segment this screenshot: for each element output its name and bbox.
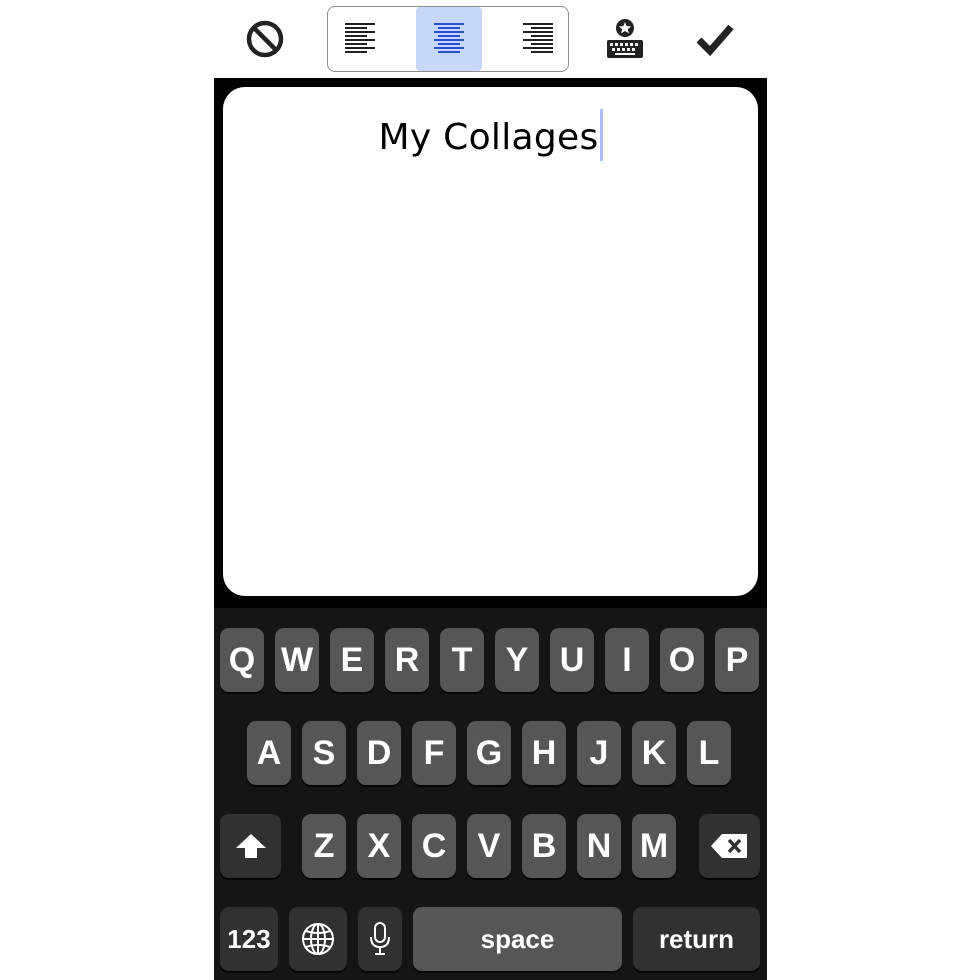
microphone-icon (370, 922, 390, 955)
key-j[interactable]: J (577, 721, 621, 785)
keyboard-star-icon (607, 19, 643, 58)
keyboard: Q W E R T Y U I O P A S D F G H J K L Z … (214, 608, 767, 980)
key-v[interactable]: V (467, 814, 511, 878)
key-i[interactable]: I (605, 628, 649, 692)
key-t[interactable]: T (440, 628, 484, 692)
shift-key[interactable] (220, 814, 281, 878)
key-s[interactable]: S (302, 721, 346, 785)
key-k[interactable]: K (632, 721, 676, 785)
key-n[interactable]: N (577, 814, 621, 878)
editor-toolbar (0, 0, 980, 78)
return-key[interactable]: return (633, 907, 760, 971)
align-right-button[interactable] (504, 7, 568, 71)
key-f[interactable]: F (412, 721, 456, 785)
key-q[interactable]: Q (220, 628, 264, 692)
key-y[interactable]: Y (495, 628, 539, 692)
globe-key[interactable] (289, 907, 347, 971)
key-w[interactable]: W (275, 628, 319, 692)
key-e[interactable]: E (330, 628, 374, 692)
key-u[interactable]: U (550, 628, 594, 692)
alignment-segmented-control (327, 6, 569, 72)
align-left-button[interactable] (328, 7, 394, 71)
delete-key[interactable] (699, 814, 760, 878)
key-h[interactable]: H (522, 721, 566, 785)
backspace-icon (710, 834, 747, 858)
globe-icon (302, 923, 334, 955)
key-g[interactable]: G (467, 721, 511, 785)
key-l[interactable]: L (687, 721, 731, 785)
cancel-button[interactable] (238, 12, 292, 66)
space-key[interactable]: space (413, 907, 622, 971)
key-x[interactable]: X (357, 814, 401, 878)
align-center-icon (434, 23, 464, 53)
key-r[interactable]: R (385, 628, 429, 692)
microphone-key[interactable] (358, 907, 402, 971)
phone-frame: My Collages Q W E R T Y U I O P A S D F … (214, 78, 767, 980)
keyboard-toggle-button[interactable] (598, 12, 652, 66)
editor-text-line: My Collages (223, 109, 758, 161)
text-caret (599, 109, 603, 161)
key-o[interactable]: O (660, 628, 704, 692)
prohibited-icon (246, 20, 284, 58)
text-editor[interactable]: My Collages (223, 87, 758, 596)
checkmark-icon (696, 24, 734, 57)
confirm-button[interactable] (688, 12, 742, 66)
key-c[interactable]: C (412, 814, 456, 878)
numbers-key[interactable]: 123 (220, 907, 278, 971)
key-z[interactable]: Z (302, 814, 346, 878)
key-m[interactable]: M (632, 814, 676, 878)
key-b[interactable]: B (522, 814, 566, 878)
align-right-icon (523, 23, 553, 53)
align-center-button[interactable] (416, 7, 482, 71)
key-d[interactable]: D (357, 721, 401, 785)
shift-arrow-icon (235, 834, 266, 858)
editor-text: My Collages (378, 117, 599, 158)
align-left-icon (345, 23, 375, 53)
key-a[interactable]: A (247, 721, 291, 785)
key-p[interactable]: P (715, 628, 759, 692)
